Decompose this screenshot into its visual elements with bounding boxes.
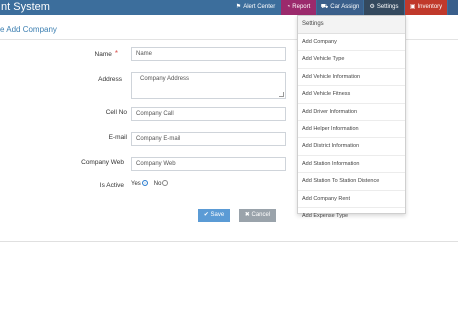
- address-placeholder: Company Address: [140, 76, 190, 82]
- nav-settings-label: Settings: [376, 4, 399, 10]
- save-button[interactable]: ✔ Save: [198, 209, 230, 222]
- email-label: E-mail: [108, 134, 127, 141]
- nav-alert-center[interactable]: ⚑ Alert Center: [231, 0, 280, 15]
- menu-item-add-company[interactable]: Add Company: [298, 34, 405, 52]
- menu-item-add-expense-type[interactable]: Add Expense Type: [298, 208, 405, 224]
- menu-item-add-station-information[interactable]: Add Station Information: [298, 156, 405, 174]
- menu-item-add-station-distance[interactable]: Add Station To Station Distence: [298, 173, 405, 191]
- nav-inventory-label: Inventory: [417, 4, 443, 10]
- bell-icon: ⚑: [235, 4, 242, 10]
- name-input[interactable]: Name: [131, 47, 286, 61]
- check-icon: ✔: [203, 212, 209, 218]
- address-textarea[interactable]: Company Address: [131, 72, 286, 99]
- web-label: Company Web: [81, 159, 124, 166]
- nav-more[interactable]: [448, 0, 458, 15]
- yes-label: Yes: [131, 181, 141, 187]
- gears-icon: ⚙: [369, 4, 375, 10]
- menu-item-add-vehicle-type[interactable]: Add Vehicle Type: [298, 51, 405, 69]
- name-label: Name *: [48, 49, 118, 58]
- nav-alert-center-label: Alert Center: [243, 4, 276, 10]
- no-radio[interactable]: [162, 180, 169, 186]
- car-icon: ⛟: [320, 4, 329, 10]
- cell-label: Cell No: [105, 109, 127, 116]
- resize-grip-icon[interactable]: [279, 92, 284, 97]
- page-title: e Add Company: [0, 25, 57, 34]
- yes-radio[interactable]: [141, 180, 148, 186]
- top-navbar: nt System ⚑ Alert Center ◔ Report ⛟ Car Ass…: [0, 0, 458, 15]
- active-radio-group: Yes No: [131, 180, 174, 187]
- email-input[interactable]: Company E-mail: [131, 132, 286, 146]
- nav-car-assign[interactable]: ⛟ Car Assign: [317, 0, 363, 15]
- active-label: Is Active: [99, 182, 124, 189]
- nav-inventory[interactable]: ▣ Inventory: [405, 0, 447, 15]
- cancel-label: Cancel: [251, 212, 271, 218]
- address-label: Address: [98, 76, 122, 83]
- footer-divider: [0, 241, 458, 242]
- menu-item-add-district-information[interactable]: Add District Information: [298, 138, 405, 156]
- pie-chart-icon: ◔: [286, 4, 291, 10]
- settings-menu-header: Settings: [298, 16, 405, 34]
- menu-item-add-vehicle-information[interactable]: Add Vehicle Information: [298, 69, 405, 87]
- menu-item-add-vehicle-fitness[interactable]: Add Vehicle Fitness: [298, 86, 405, 104]
- no-label: No: [153, 181, 162, 187]
- name-label-text: Name: [94, 51, 112, 58]
- app-title: nt System: [1, 1, 50, 13]
- nav-car-assign-label: Car Assign: [330, 4, 360, 10]
- cell-input[interactable]: Company Call: [131, 107, 286, 121]
- cancel-button[interactable]: ✖ Cancel: [239, 209, 276, 222]
- nav-settings[interactable]: ⚙ Settings: [364, 0, 404, 15]
- menu-item-add-helper-information[interactable]: Add Helper Information: [298, 121, 405, 139]
- required-asterisk-icon: *: [114, 49, 118, 58]
- close-icon: ✖: [244, 212, 250, 218]
- web-input[interactable]: Company Web: [131, 157, 286, 171]
- nav-report[interactable]: ◔ Report: [281, 0, 316, 15]
- save-label: Save: [210, 212, 225, 218]
- menu-item-add-company-rent[interactable]: Add Company Rent: [298, 191, 405, 208]
- inventory-icon: ▣: [409, 4, 416, 10]
- menu-item-add-driver-information[interactable]: Add Driver Information: [298, 104, 405, 121]
- settings-dropdown-menu: Settings Add Company Add Vehicle Type Ad…: [297, 15, 406, 219]
- nav-report-label: Report: [292, 4, 311, 10]
